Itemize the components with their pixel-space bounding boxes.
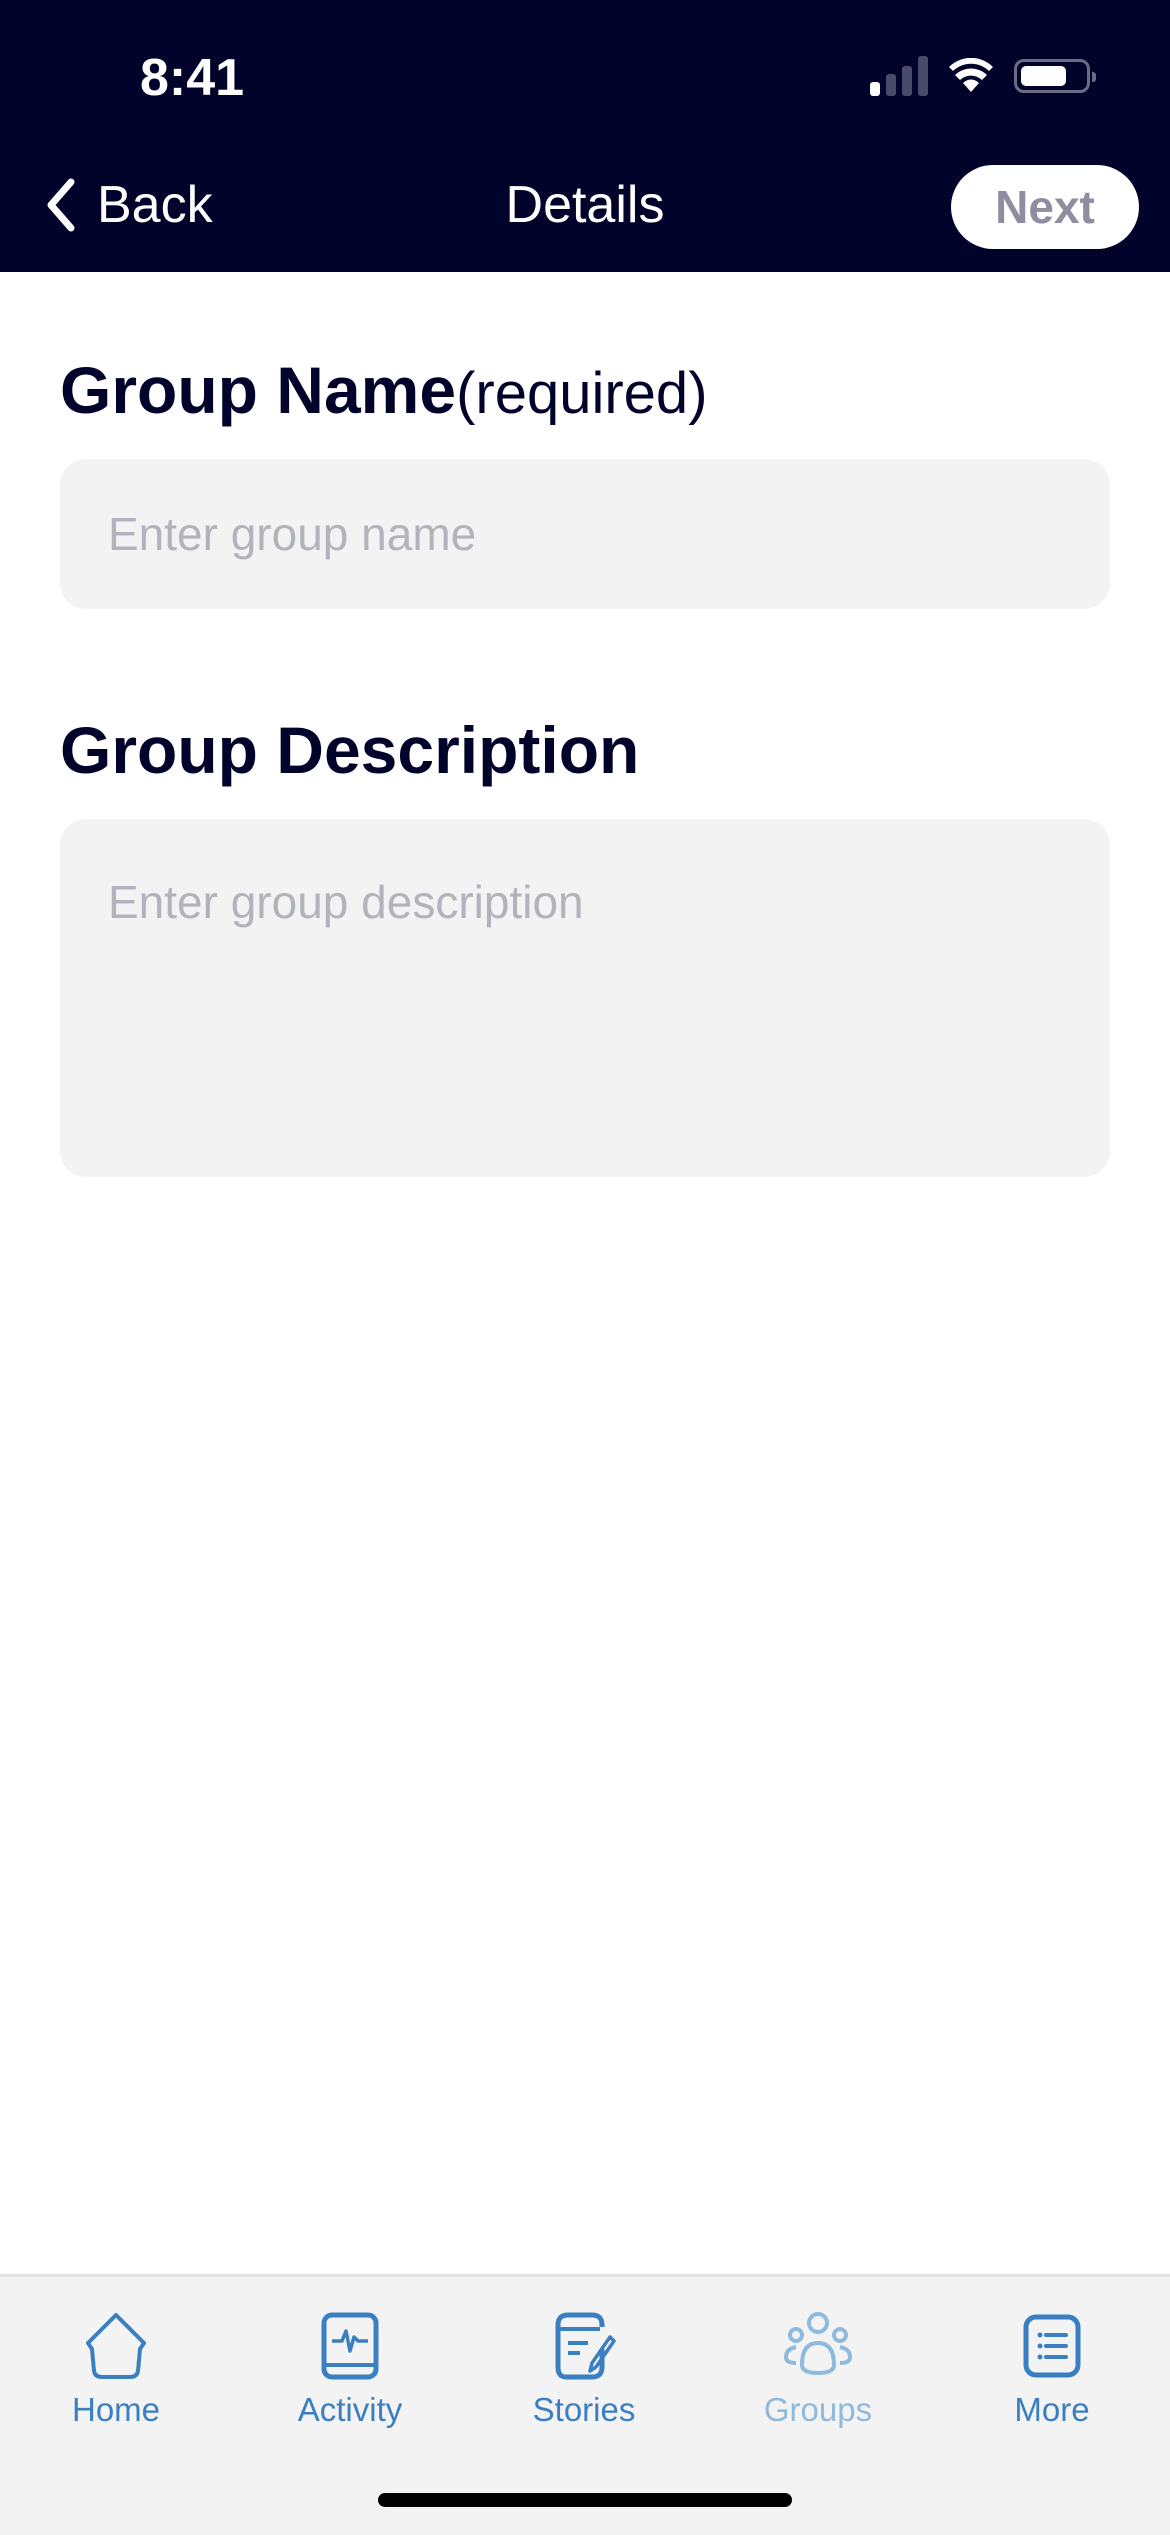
more-icon	[1023, 2314, 1081, 2378]
tab-more[interactable]: More	[952, 2309, 1152, 2429]
header: 8:41 Back Details Next	[0, 0, 1170, 272]
groups-icon	[783, 2312, 853, 2376]
wifi-icon	[949, 58, 993, 92]
tab-home-label: Home	[71, 2391, 161, 2428]
status-icons	[870, 56, 1096, 96]
group-description-label: Group Description	[60, 713, 640, 787]
group-description-input[interactable]	[60, 819, 1110, 1177]
activity-icon	[321, 2312, 379, 2380]
tab-stories-label: Stories	[532, 2391, 636, 2428]
next-button[interactable]: Next	[951, 165, 1139, 249]
group-name-label-text: Group Name	[60, 353, 457, 427]
status-time: 8:41	[140, 49, 245, 107]
group-name-input[interactable]	[60, 459, 1110, 609]
home-indicator[interactable]	[378, 2493, 792, 2507]
stories-icon	[555, 2312, 616, 2380]
tab-more-label: More	[1014, 2391, 1090, 2428]
tab-stories[interactable]: Stories	[484, 2309, 684, 2429]
tab-groups-label: Groups	[763, 2391, 873, 2428]
nav-bar: Back Details Next	[0, 165, 1170, 249]
group-name-label: Group Name(required)	[60, 352, 708, 428]
tab-activity[interactable]: Activity	[250, 2309, 450, 2429]
home-icon	[86, 2313, 146, 2379]
battery-icon	[1014, 59, 1096, 93]
tab-home[interactable]: Home	[16, 2309, 216, 2429]
tab-groups[interactable]: Groups	[718, 2309, 918, 2429]
tab-activity-label: Activity	[297, 2391, 403, 2428]
cellular-signal-icon	[870, 56, 928, 96]
required-note: (required)	[456, 361, 708, 426]
